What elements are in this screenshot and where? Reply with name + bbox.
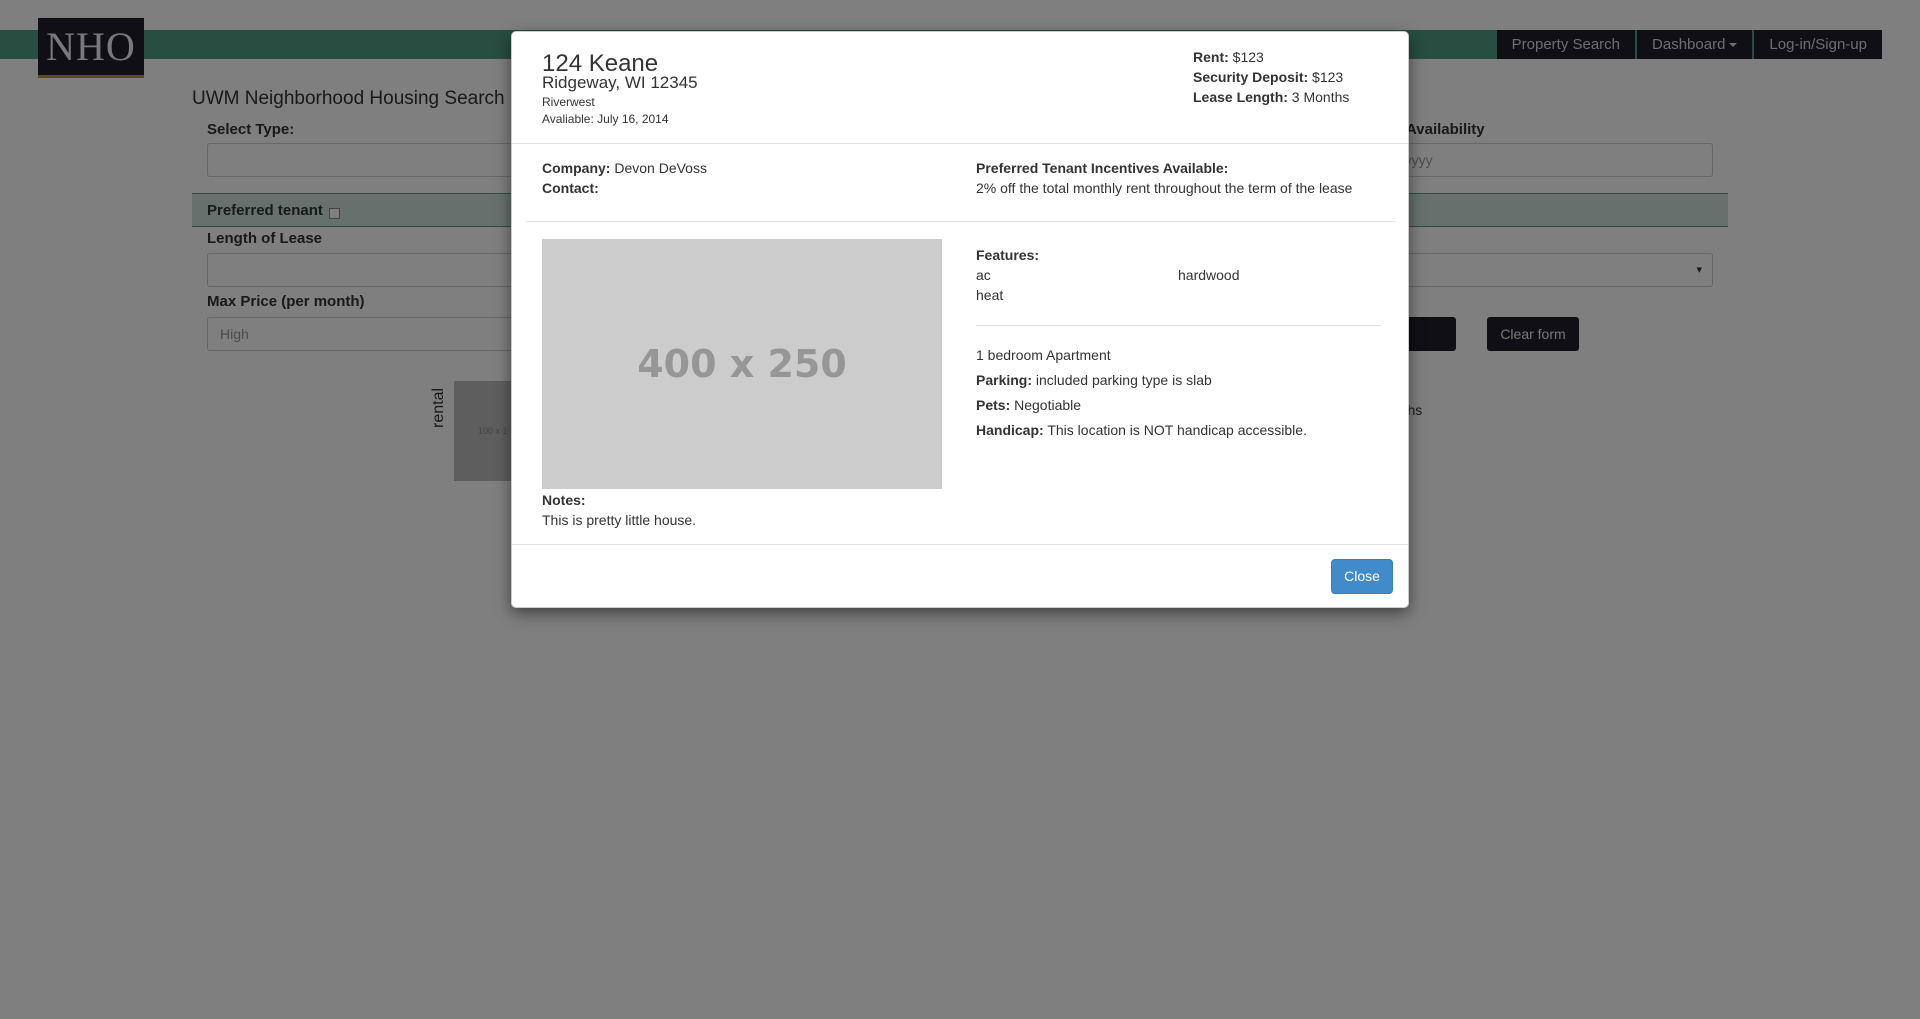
- features-block: Features: ac hardwood heat: [976, 245, 1386, 305]
- modal-header: 124 Keane Ridgeway, WI 12345 Riverwest A…: [512, 32, 1408, 144]
- feature-item: hardwood: [1178, 267, 1240, 283]
- deposit-row: Security Deposit: $123: [1193, 67, 1349, 87]
- deposit-label: Security Deposit:: [1193, 69, 1309, 85]
- pets-label: Pets:: [976, 397, 1011, 413]
- lease-length-row: Lease Length: 3 Months: [1193, 87, 1349, 107]
- incentives-value: 2% off the total monthly rent throughout…: [976, 180, 1353, 196]
- contact-label: Contact:: [542, 180, 599, 196]
- parking-value: included parking type is slab: [1035, 372, 1212, 388]
- lease-length-term-label: Lease Length:: [1193, 89, 1288, 105]
- incentives-label: Preferred Tenant Incentives Available:: [976, 160, 1229, 176]
- pets-row: Pets: Negotiable: [976, 395, 1307, 415]
- unit-type: 1 bedroom Apartment: [976, 347, 1111, 363]
- property-city: Ridgeway, WI 12345: [542, 73, 698, 92]
- deposit-value: $123: [1312, 69, 1344, 85]
- close-button[interactable]: Close: [1331, 559, 1393, 594]
- property-availability: Avaliable: July 16, 2014: [542, 112, 669, 126]
- modal-footer: Close: [512, 544, 1408, 608]
- handicap-label: Handicap:: [976, 422, 1044, 438]
- handicap-value: This location is NOT handicap accessible…: [1047, 422, 1307, 438]
- property-details: 1 bedroom Apartment Parking: included pa…: [976, 345, 1307, 445]
- company-value: Devon DeVoss: [614, 160, 707, 176]
- photo-placeholder-text: 400 x 250: [637, 342, 847, 386]
- features-list: ac hardwood heat: [976, 265, 1386, 305]
- company-block: Company: Devon DeVoss Contact:: [542, 158, 707, 198]
- features-divider: [976, 325, 1381, 326]
- rent-row: Rent: $123: [1193, 47, 1349, 67]
- notes-block: Notes: This is pretty little house.: [542, 490, 696, 530]
- property-photo-placeholder: 400 x 250: [542, 239, 942, 489]
- lease-terms: Rent: $123 Security Deposit: $123 Lease …: [1193, 47, 1349, 107]
- handicap-row: Handicap: This location is NOT handicap …: [976, 420, 1307, 440]
- incentives-block: Preferred Tenant Incentives Available: 2…: [976, 158, 1352, 198]
- rent-value: $123: [1232, 49, 1264, 65]
- parking-row: Parking: included parking type is slab: [976, 370, 1307, 390]
- pets-value: Negotiable: [1014, 397, 1082, 413]
- feature-item: ac: [976, 267, 991, 283]
- property-detail-modal: 124 Keane Ridgeway, WI 12345 Riverwest A…: [511, 31, 1409, 608]
- notes-label: Notes:: [542, 492, 586, 508]
- property-neighborhood: Riverwest: [542, 95, 595, 109]
- notes-value: This is pretty little house.: [542, 512, 697, 528]
- features-label: Features:: [976, 247, 1040, 263]
- parking-label: Parking:: [976, 372, 1033, 388]
- company-label: Company:: [542, 160, 611, 176]
- rent-label: Rent:: [1193, 49, 1229, 65]
- lease-length-value: 3 Months: [1291, 89, 1350, 105]
- landlord-info: Company: Devon DeVoss Contact: Preferred…: [526, 145, 1396, 222]
- feature-item: heat: [976, 287, 1004, 303]
